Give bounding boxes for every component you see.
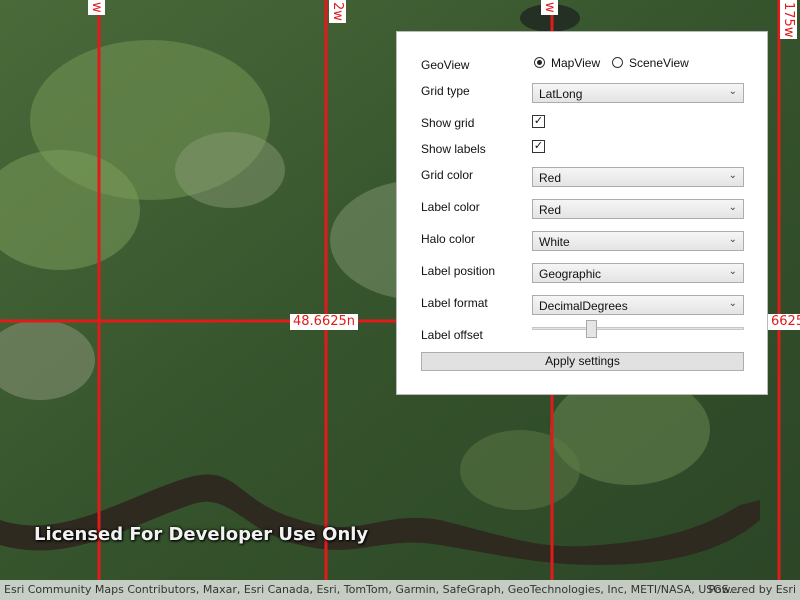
label-color-dropdown[interactable]: Red ⌄ [532,199,744,219]
checkmark-icon: ✓ [533,140,544,152]
halo-color-dropdown[interactable]: White ⌄ [532,231,744,251]
label-position-value: Geographic [539,267,602,281]
show-grid-label: Show grid [421,116,475,130]
chevron-down-icon: ⌄ [728,266,737,277]
powered-by-esri[interactable]: Powered by Esri [708,580,796,600]
label-offset-slider[interactable] [532,327,744,330]
grid-settings-panel: GeoView MapView SceneView Grid type LatL… [396,31,768,395]
grid-label-lon-3: w [541,0,558,15]
grid-type-value: LatLong [539,87,583,101]
grid-type-label: Grid type [421,84,470,98]
chevron-down-icon: ⌄ [728,170,737,181]
label-format-dropdown[interactable]: DecimalDegrees ⌄ [532,295,744,315]
label-format-label: Label format [421,296,488,310]
grid-color-label: Grid color [421,168,474,182]
sceneview-radio[interactable] [612,57,623,68]
chevron-down-icon: ⌄ [728,86,737,97]
mapview-radio[interactable] [534,57,545,68]
grid-label-lon-4: 175w [780,0,797,40]
label-offset-label: Label offset [421,328,483,342]
sceneview-radio-label[interactable]: SceneView [629,56,689,70]
label-color-value: Red [539,203,562,217]
grid-type-dropdown[interactable]: LatLong ⌄ [532,83,744,103]
chevron-down-icon: ⌄ [728,234,737,245]
label-offset-slider-thumb[interactable] [586,320,598,338]
developer-watermark: Licensed For Developer Use Only [34,524,369,545]
grid-color-value: Red [539,171,562,185]
chevron-down-icon: ⌄ [728,202,737,213]
grid-color-dropdown[interactable]: Red ⌄ [532,167,744,187]
grid-label-lat-1: 48.6625n [290,314,358,330]
label-format-value: DecimalDegrees [539,299,628,313]
attribution-text[interactable]: Esri Community Maps Contributors, Maxar,… [4,580,739,600]
label-position-dropdown[interactable]: Geographic ⌄ [532,263,744,283]
grid-label-lat-2: 6625 [768,314,800,330]
label-position-label: Label position [421,264,496,278]
halo-color-value: White [539,235,570,249]
show-labels-label: Show labels [421,142,486,156]
apply-settings-button[interactable]: Apply settings [421,352,744,371]
grid-label-lon-1: w [88,0,105,15]
show-labels-checkbox[interactable]: ✓ [532,140,545,153]
halo-color-label: Halo color [421,232,476,246]
attribution-bar[interactable]: Esri Community Maps Contributors, Maxar,… [0,580,800,600]
show-grid-checkbox[interactable]: ✓ [532,115,545,128]
label-color-label: Label color [421,200,480,214]
grid-label-lon-2: 2w [329,0,346,23]
checkmark-icon: ✓ [533,115,544,127]
chevron-down-icon: ⌄ [728,298,737,309]
geoview-label: GeoView [421,58,470,72]
mapview-radio-label[interactable]: MapView [551,56,600,70]
